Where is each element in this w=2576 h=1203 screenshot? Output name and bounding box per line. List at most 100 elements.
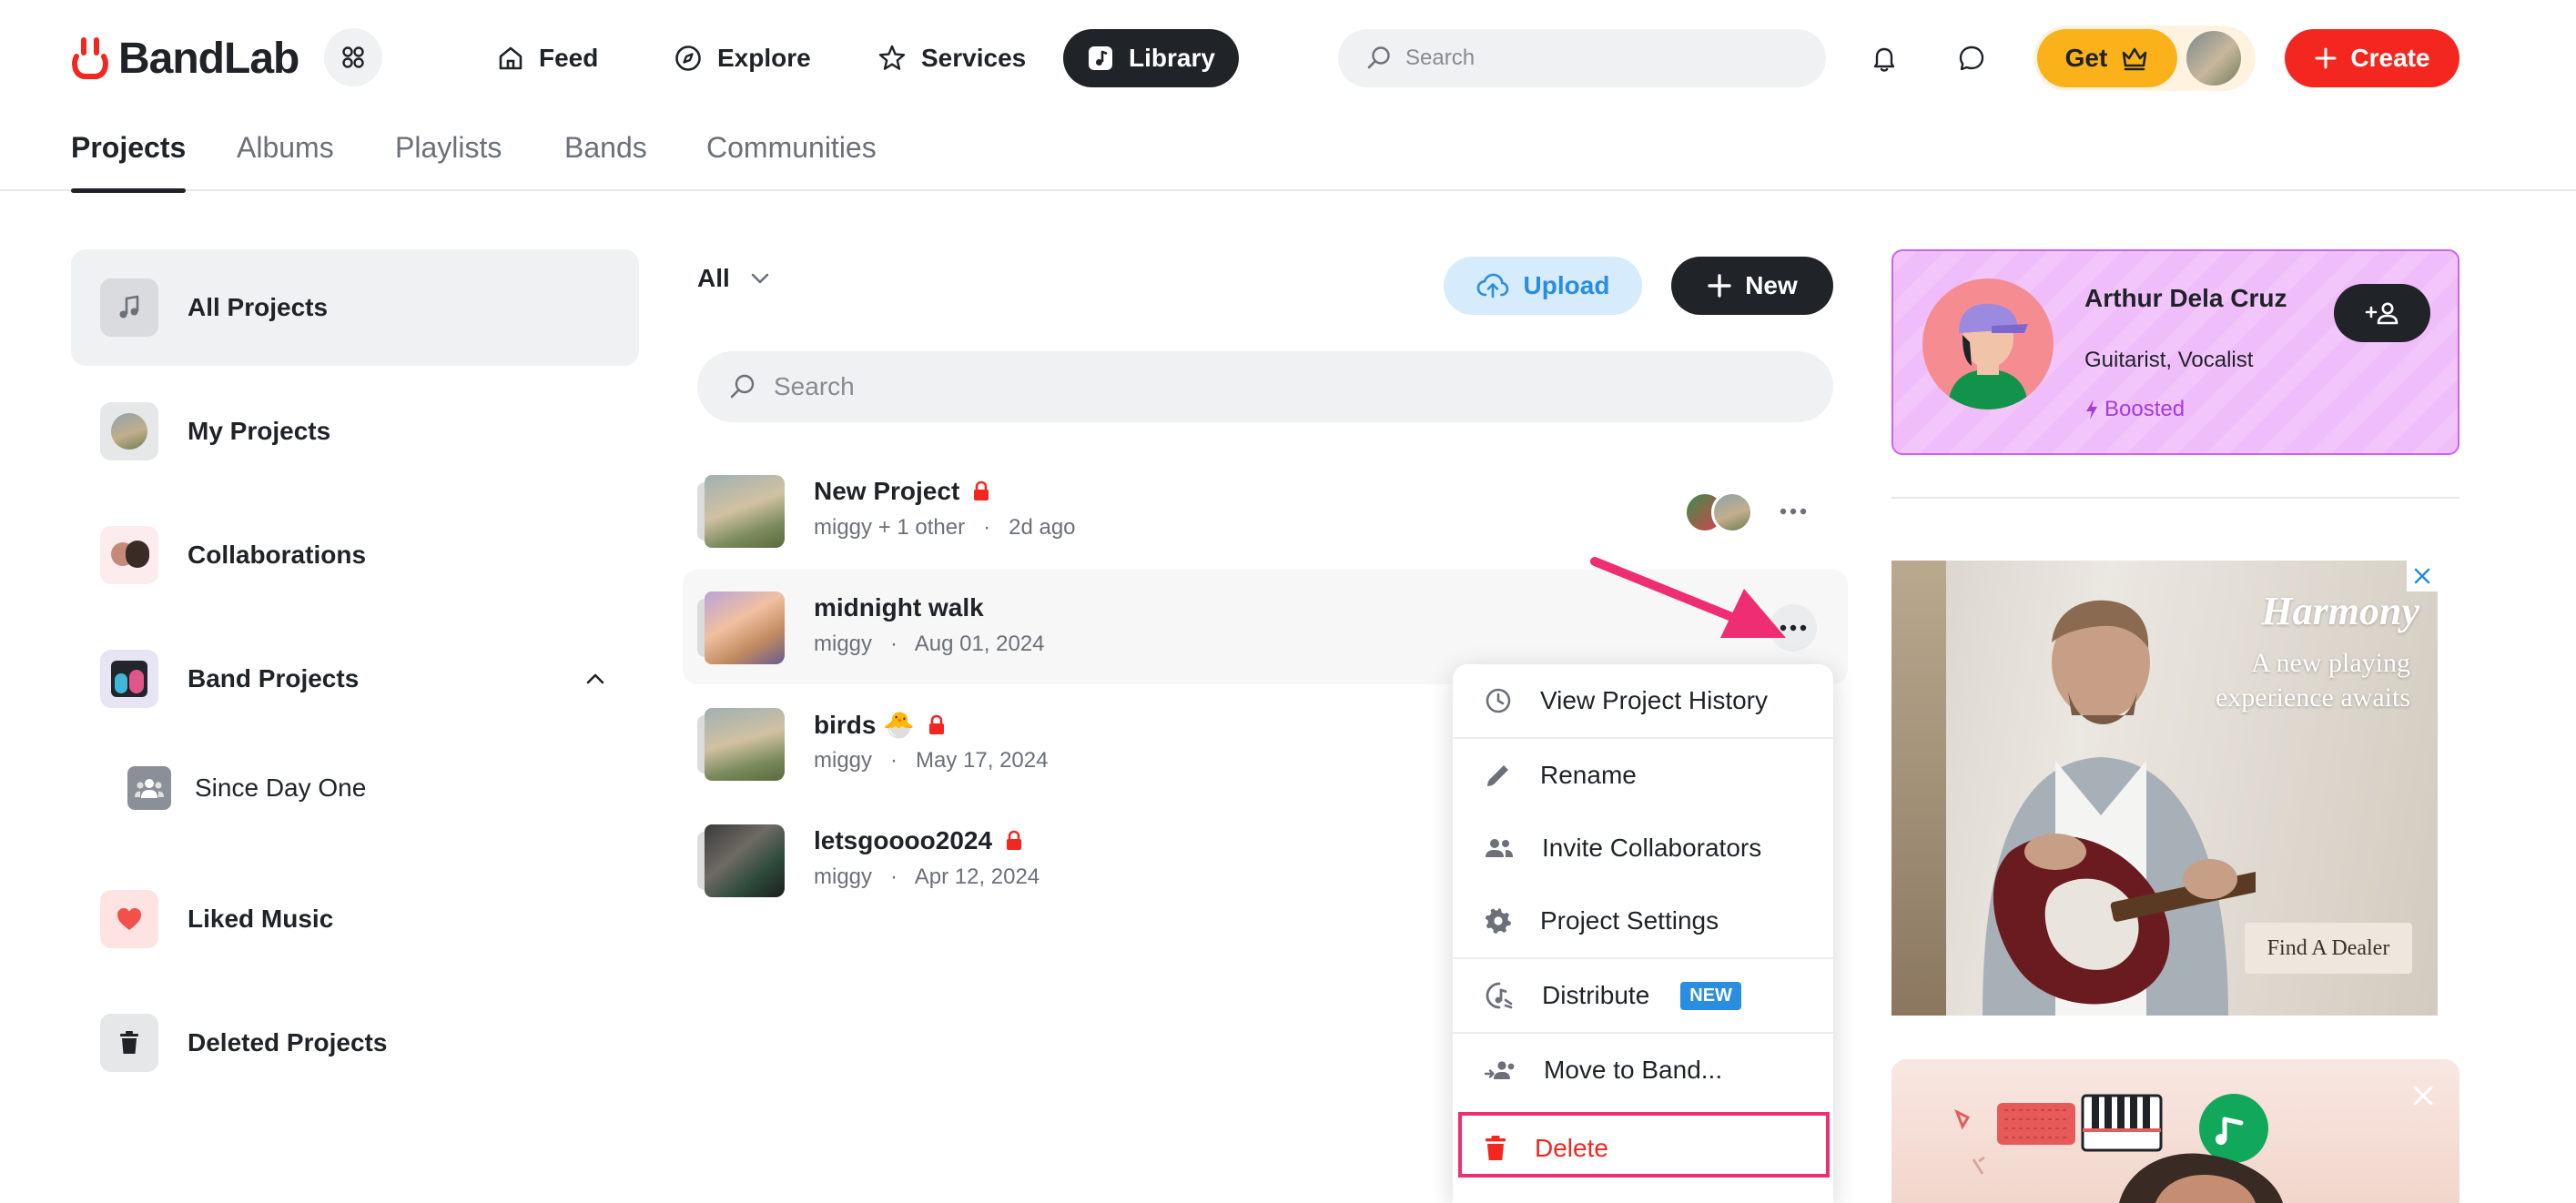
create-label: Create: [2350, 44, 2430, 72]
nav-library[interactable]: Library: [1063, 29, 1239, 87]
lock-icon: [1007, 830, 1022, 850]
project-filter-dropdown[interactable]: All: [697, 264, 770, 293]
lock-icon: [929, 714, 945, 734]
get-label: Get: [2064, 44, 2108, 72]
sidebar-item-deleted-projects[interactable]: Deleted Projects: [71, 985, 639, 1101]
nav-services[interactable]: Services: [854, 29, 1050, 87]
project-author[interactable]: miggy: [814, 632, 872, 656]
menu-item-label: View Project History: [1540, 686, 1769, 714]
nav-services-label: Services: [921, 44, 1027, 72]
nav-feed[interactable]: Feed: [473, 29, 622, 87]
project-search-bar[interactable]: [697, 351, 1833, 422]
ad-cta-button[interactable]: Find A Dealer: [2245, 923, 2412, 974]
distribute-icon: [1486, 982, 1513, 1009]
cloud-upload-icon: [1476, 273, 1508, 298]
menu-item-label: Invite Collaborators: [1542, 834, 1762, 862]
profile-avatar[interactable]: [1922, 278, 2054, 409]
tab-albums[interactable]: Albums: [237, 131, 334, 191]
people-icon: [1486, 839, 1513, 857]
project-title[interactable]: letsgoooo2024: [814, 826, 992, 855]
project-author[interactable]: miggy + 1 other: [814, 515, 965, 540]
promo-banner[interactable]: [1891, 1059, 2459, 1203]
trash-icon: [100, 1014, 158, 1072]
library-icon: [1089, 46, 1112, 70]
sidebar-item-label: Deleted Projects: [188, 1028, 388, 1056]
project-title[interactable]: New Project: [814, 477, 959, 506]
get-membership-button[interactable]: Get: [2037, 29, 2177, 87]
collaborations-image: [100, 526, 158, 584]
menu-item-label: Project Settings: [1540, 906, 1719, 935]
project-search-input[interactable]: [774, 372, 1775, 401]
project-author[interactable]: miggy: [814, 748, 872, 773]
collaborator-avatars[interactable]: [1684, 491, 1757, 533]
project-meta: miggy · Apr 12, 2024: [814, 864, 1040, 889]
notifications-button[interactable]: [1855, 29, 1913, 87]
project-date: May 17, 2024: [916, 748, 1049, 773]
apps-grid-button[interactable]: [324, 28, 382, 86]
clock-icon: [1486, 688, 1511, 713]
menu-item-view-history[interactable]: View Project History: [1453, 664, 1833, 737]
chevron-up-icon[interactable]: [584, 672, 606, 686]
promo-close-button[interactable]: [2405, 1077, 2441, 1114]
profile-name[interactable]: Arthur Dela Cruz: [2084, 284, 2287, 313]
sidebar-item-band-projects[interactable]: Band Projects: [71, 621, 639, 737]
top-search-input[interactable]: [1405, 45, 1788, 71]
project-date: 2d ago: [1009, 515, 1076, 540]
logo-text: BandLab: [118, 34, 299, 83]
tab-playlists[interactable]: Playlists: [395, 131, 502, 191]
sidebar-sub-item-since-day-one[interactable]: Since Day One: [127, 759, 366, 817]
messages-button[interactable]: [1942, 29, 2001, 87]
tab-bands[interactable]: Bands: [564, 131, 647, 191]
bandlab-logo-icon: [72, 37, 108, 79]
project-title[interactable]: midnight walk: [814, 593, 984, 622]
menu-item-move-to-band[interactable]: Move to Band...: [1453, 1034, 1833, 1107]
bandlab-logo[interactable]: BandLab: [69, 33, 299, 84]
user-avatar[interactable]: [2186, 31, 2241, 86]
project-author[interactable]: miggy: [814, 864, 872, 889]
new-label: New: [1745, 271, 1798, 299]
more-options-button[interactable]: [1770, 488, 1817, 535]
suggested-profile-card[interactable]: Arthur Dela Cruz Guitarist, Vocalist Boo…: [1891, 249, 2459, 455]
menu-item-distribute[interactable]: Distribute NEW: [1453, 959, 1833, 1032]
nav-explore[interactable]: Explore: [650, 29, 835, 87]
menu-item-label: Distribute: [1542, 981, 1650, 1009]
library-subtabs: Projects Albums Playlists Bands Communit…: [0, 115, 2576, 193]
sidebar-item-liked-music[interactable]: Liked Music: [71, 861, 639, 977]
menu-item-project-settings[interactable]: Project Settings: [1453, 885, 1833, 957]
search-icon: [730, 374, 755, 399]
add-user-icon: [2365, 302, 2399, 325]
gear-icon: [1485, 908, 1511, 934]
project-thumbnail: [697, 475, 785, 548]
crown-icon: [2123, 47, 2147, 71]
project-title[interactable]: birds 🐣: [814, 710, 915, 740]
get-membership-group: Get: [2033, 25, 2256, 91]
boosted-badge: Boosted: [2084, 397, 2185, 422]
advertisement-harmony[interactable]: Harmony A new playing experience awaits …: [1891, 561, 2438, 1016]
plus-icon: [1708, 274, 1731, 298]
lock-icon: [974, 480, 989, 500]
sidebar-item-my-projects[interactable]: My Projects: [71, 373, 639, 490]
menu-item-invite-collaborators[interactable]: Invite Collaborators: [1453, 812, 1833, 885]
upload-button[interactable]: Upload: [1444, 257, 1642, 315]
top-search-bar[interactable]: [1338, 29, 1826, 87]
follow-button[interactable]: [2334, 284, 2430, 342]
close-icon: [2413, 1086, 2433, 1106]
ad-close-button[interactable]: [2407, 561, 2438, 591]
annotation-arrow: [1590, 557, 1786, 638]
tab-projects[interactable]: Projects: [71, 131, 187, 193]
right-column-divider: [1891, 497, 2459, 499]
create-button[interactable]: Create: [2285, 29, 2459, 87]
project-thumbnail: [697, 591, 785, 664]
sidebar-item-all-projects[interactable]: All Projects: [71, 249, 639, 366]
more-horizontal-icon: [1780, 508, 1807, 515]
search-icon: [1367, 46, 1390, 69]
chevron-down-icon: [751, 273, 769, 284]
guitarist-photo: [1983, 600, 2256, 1016]
heart-icon: [100, 890, 158, 948]
menu-item-rename[interactable]: Rename: [1453, 739, 1833, 812]
sidebar-item-collaborations[interactable]: Collaborations: [71, 497, 639, 613]
bell-icon: [1873, 47, 1895, 72]
new-project-button[interactable]: New: [1671, 257, 1833, 315]
my-projects-avatar: [100, 402, 158, 460]
tab-communities[interactable]: Communities: [706, 131, 877, 191]
